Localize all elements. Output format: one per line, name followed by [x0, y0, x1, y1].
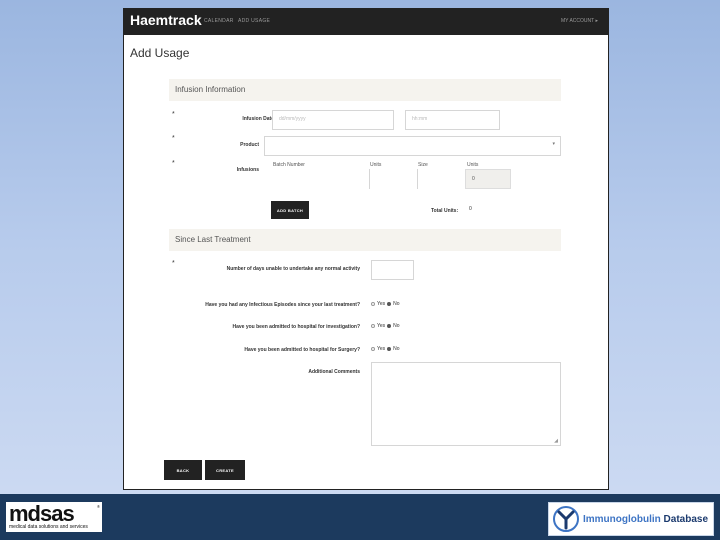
col-units: Units: [370, 162, 382, 168]
radio-yes[interactable]: [371, 324, 375, 328]
col-size: Size: [418, 162, 428, 168]
radio-yes[interactable]: [371, 347, 375, 351]
chevron-down-icon: ▾: [552, 141, 555, 147]
radio-no-label: No: [393, 346, 400, 352]
total-units-value: 0: [469, 206, 472, 212]
radio-yes-label: Yes: [377, 323, 386, 329]
radio-no-label: No: [393, 323, 400, 329]
radio-no[interactable]: [387, 347, 392, 351]
col-batch-number: Batch Number: [273, 162, 305, 168]
resize-handle-icon[interactable]: ◢: [554, 438, 558, 444]
col-units-total: Units: [467, 162, 479, 168]
brand-logo[interactable]: Haemtrack: [130, 12, 202, 28]
additional-comments-label: Additional Comments: [308, 369, 360, 375]
radio-no[interactable]: [387, 324, 392, 328]
radio-yes-label: Yes: [377, 346, 386, 352]
infusions-label: Infusions: [236, 167, 259, 173]
nav-link-calendar[interactable]: CALENDAR: [204, 18, 234, 24]
total-units-label: Total Units:: [431, 208, 459, 214]
units-total-field: 0: [465, 169, 511, 189]
mdsas-logo: mdsas medical data solutions and service…: [6, 502, 102, 532]
add-batch-button[interactable]: ADD BATCH: [271, 201, 309, 219]
radio-yes-label: Yes: [377, 301, 386, 307]
igd-logo-word-1: Immunoglobulin: [583, 513, 661, 525]
infusion-time-input[interactable]: hh:mm: [405, 110, 500, 130]
infusion-date-label: Infusion Date: [242, 116, 274, 122]
treatment-section-header: Since Last Treatment: [169, 229, 561, 251]
antibody-icon: [553, 506, 579, 532]
radio-no-label: No: [393, 301, 400, 307]
igd-logo-text: Immunoglobulin Database: [583, 514, 708, 525]
mdsas-logo-tagline: medical data solutions and services: [9, 524, 88, 530]
infectious-episodes-question: Have you had any Infectious Episodes sin…: [205, 302, 360, 308]
infectious-episodes-radio: Yes No: [371, 301, 400, 307]
required-marker: *: [172, 160, 175, 167]
additional-comments-textarea[interactable]: ◢: [371, 362, 561, 446]
back-button[interactable]: BACK: [164, 460, 202, 480]
product-label: Product: [240, 142, 259, 148]
trademark-icon: ®: [97, 504, 100, 509]
radio-no[interactable]: [387, 302, 392, 306]
my-account-menu[interactable]: MY ACCOUNT ▸: [561, 18, 598, 24]
required-marker: *: [172, 111, 175, 118]
app-window: Haemtrack CALENDAR ADD USAGE MY ACCOUNT …: [123, 8, 609, 490]
required-marker: *: [172, 135, 175, 142]
immunoglobulin-database-logo: Immunoglobulin Database: [548, 502, 714, 536]
admitted-investigation-question: Have you been admitted to hospital for i…: [232, 324, 360, 330]
cell-divider: [369, 169, 370, 189]
admitted-surgery-question: Have you been admitted to hospital for S…: [244, 347, 360, 353]
page-title: Add Usage: [130, 46, 190, 60]
nav-link-add-usage[interactable]: ADD USAGE: [238, 18, 270, 24]
required-marker: *: [172, 260, 175, 267]
mdsas-logo-name: mdsas: [9, 501, 75, 526]
admitted-investigation-radio: Yes No: [371, 323, 400, 329]
radio-yes[interactable]: [371, 302, 375, 306]
infusion-section-header: Infusion Information: [169, 79, 561, 101]
days-unable-label: Number of days unable to undertake any n…: [226, 266, 360, 272]
cell-divider: [417, 169, 418, 189]
infusion-date-input[interactable]: dd/mm/yyyy: [272, 110, 394, 130]
days-unable-input[interactable]: [371, 260, 414, 280]
product-select[interactable]: ▾: [264, 136, 561, 156]
admitted-surgery-radio: Yes No: [371, 346, 400, 352]
create-button[interactable]: CREATE: [205, 460, 245, 480]
igd-logo-word-2: Database: [663, 513, 709, 525]
navbar: Haemtrack CALENDAR ADD USAGE MY ACCOUNT …: [124, 9, 608, 35]
